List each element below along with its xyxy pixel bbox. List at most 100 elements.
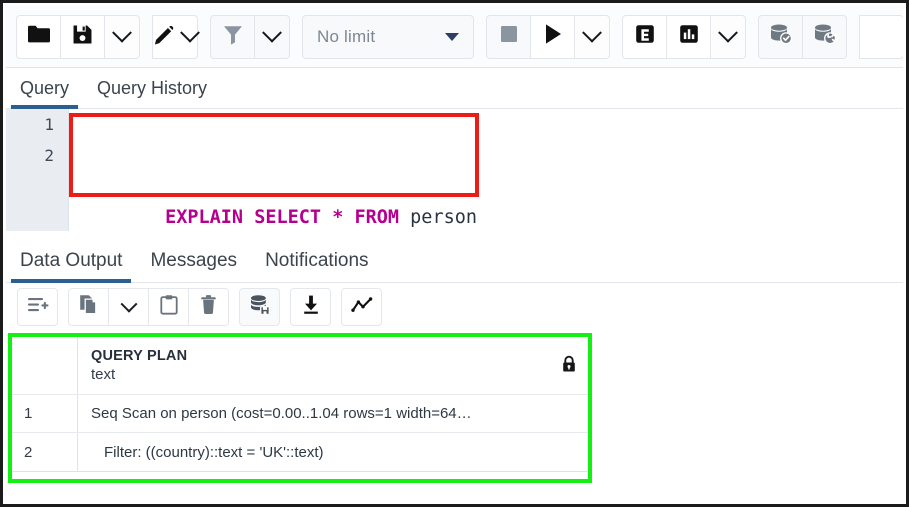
query-tool-toolbar: No limit: [6, 6, 903, 68]
open-file-button[interactable]: [16, 14, 61, 59]
tab-query-label: Query: [20, 78, 70, 98]
explain-group: [622, 14, 746, 59]
explain-analyze-button[interactable]: [666, 14, 711, 59]
edit-group: [152, 14, 200, 59]
edit-button[interactable]: [152, 14, 200, 59]
table-row[interactable]: 1 Seq Scan on person (cost=0.00..1.04 ro…: [12, 395, 590, 433]
database-rollback-icon: [813, 23, 838, 50]
tab-notifications[interactable]: Notifications: [251, 250, 383, 282]
sql-token: SELECT: [254, 207, 322, 228]
line-chart-icon: [350, 296, 373, 319]
rollback-button[interactable]: [802, 14, 847, 59]
delete-row-button[interactable]: [188, 288, 229, 326]
add-row-icon: [27, 296, 49, 319]
tab-notifications-label: Notifications: [265, 250, 369, 271]
explain-button[interactable]: [622, 14, 667, 59]
save-file-button[interactable]: [60, 14, 105, 59]
add-row-button[interactable]: [17, 288, 58, 326]
tab-query-history[interactable]: Query History: [83, 78, 221, 108]
database-check-icon: [769, 23, 793, 50]
pgadmin-query-tool-window: No limit Query Query History 1 2 EXPLAIN…: [0, 0, 909, 507]
filter-options-dropdown[interactable]: [254, 14, 290, 59]
grid-header-corner: [12, 337, 78, 394]
save-icon: [72, 24, 93, 50]
folder-icon: [27, 24, 51, 49]
save-data-group: [239, 288, 280, 326]
download-icon: [301, 294, 321, 320]
bar-chart-icon: [678, 23, 700, 50]
explain-e-icon: [634, 23, 656, 50]
tab-query-history-label: Query History: [97, 78, 208, 98]
graph-group: [341, 288, 382, 326]
graph-visualiser-button[interactable]: [341, 288, 382, 326]
execute-group: [486, 14, 610, 59]
tab-data-output[interactable]: Data Output: [6, 250, 136, 283]
sql-editor[interactable]: 1 2 EXPLAIN SELECT * FROM person WHERE c…: [6, 109, 903, 237]
sql-code[interactable]: EXPLAIN SELECT * FROM person WHERE count…: [76, 109, 477, 237]
copy-button[interactable]: [68, 288, 109, 326]
tab-messages-label: Messages: [150, 250, 238, 271]
row-group: [17, 288, 58, 326]
row-value[interactable]: Seq Scan on person (cost=0.00..1.04 rows…: [78, 395, 590, 432]
trash-icon: [200, 294, 217, 320]
explain-options-dropdown[interactable]: [710, 14, 746, 59]
column-name: QUERY PLAN: [91, 348, 188, 364]
chevron-down-icon: [120, 295, 137, 313]
sql-token: EXPLAIN: [165, 207, 244, 228]
paste-button[interactable]: [148, 288, 189, 326]
caret-down-icon: [445, 32, 459, 41]
sql-token: FROM: [354, 207, 400, 228]
stop-query-button[interactable]: [486, 14, 531, 59]
line-number: 2: [44, 146, 54, 165]
database-save-icon: [249, 294, 271, 320]
execute-options-dropdown[interactable]: [574, 14, 610, 59]
chevron-down-icon: [112, 22, 132, 43]
grid-column-query-plan[interactable]: QUERY PLAN text: [78, 337, 590, 394]
result-grid: QUERY PLAN text 1 Seq Scan on person (co…: [11, 336, 591, 472]
copy-group: [68, 288, 229, 326]
funnel-icon: [222, 23, 244, 50]
tab-messages[interactable]: Messages: [136, 250, 251, 282]
row-number: 1: [12, 395, 78, 432]
overflow-button[interactable]: [859, 14, 903, 59]
grid-header-row: QUERY PLAN text: [12, 337, 590, 395]
column-type: text: [91, 366, 116, 383]
chevron-down-icon: [180, 22, 200, 43]
chevron-down-icon: [718, 22, 738, 43]
overflow-group: [859, 14, 903, 59]
chevron-down-icon: [582, 22, 602, 43]
transaction-group: [758, 14, 847, 59]
chevron-down-icon: [262, 22, 282, 43]
editor-tabbar: Query Query History: [6, 68, 903, 109]
line-number: 1: [44, 115, 54, 134]
row-number: 2: [12, 433, 78, 471]
stop-square-icon: [499, 24, 519, 49]
download-csv-button[interactable]: [290, 288, 331, 326]
code-line: EXPLAIN SELECT * FROM person: [76, 171, 477, 237]
clipboard-icon: [159, 294, 178, 320]
output-tabbar: Data Output Messages Notifications: [6, 237, 903, 283]
row-value[interactable]: Filter: ((country)::text = 'UK'::text): [78, 433, 590, 471]
table-row[interactable]: 2 Filter: ((country)::text = 'UK'::text): [12, 433, 590, 471]
editor-gutter: 1 2: [6, 109, 69, 231]
save-options-dropdown[interactable]: [104, 14, 140, 59]
data-output-toolbar: [6, 284, 903, 330]
limit-group: No limit: [302, 14, 474, 59]
commit-button[interactable]: [758, 14, 803, 59]
filter-button[interactable]: [210, 14, 255, 59]
row-limit-select[interactable]: No limit: [302, 14, 474, 59]
file-group: [16, 14, 140, 59]
filter-group: [210, 14, 290, 59]
copy-options-dropdown[interactable]: [108, 288, 149, 326]
row-limit-label: No limit: [317, 26, 376, 46]
execute-query-button[interactable]: [530, 14, 575, 59]
sql-token: person: [410, 207, 477, 228]
lock-icon: [562, 355, 576, 376]
save-data-changes-button[interactable]: [239, 288, 280, 326]
play-triangle-icon: [543, 23, 563, 50]
tab-query[interactable]: Query: [6, 78, 83, 109]
